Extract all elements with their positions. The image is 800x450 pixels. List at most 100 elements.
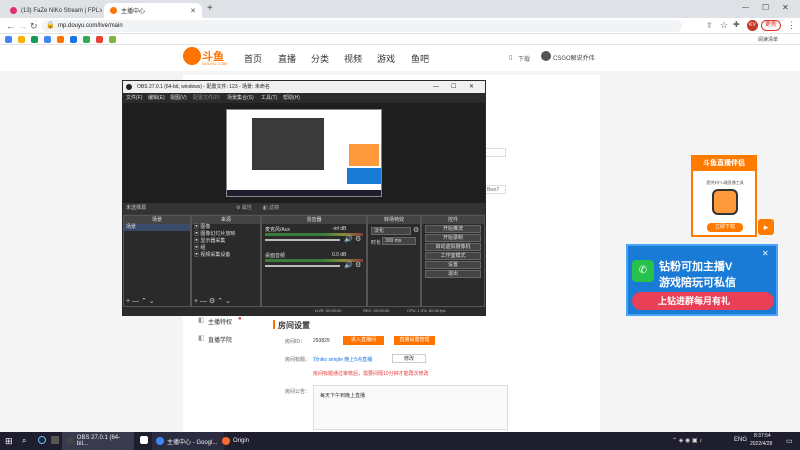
tray-icons[interactable]: ⌃ ◈ ◉ ▣ ♪ — [672, 437, 702, 444]
bookmark-icon[interactable] — [18, 36, 25, 43]
user-name[interactable]: CSGO解说乔伟 — [553, 53, 595, 62]
source-item[interactable]: ▣ 图像幻灯片放映 — [192, 231, 260, 238]
transition-settings-icon[interactable]: ⚙ — [413, 226, 419, 234]
browser-tab-active[interactable]: 主播中心 ✕ — [104, 3, 202, 18]
obs-menu-scene-collection[interactable]: 场景集合(S) — [227, 93, 254, 103]
back-icon[interactable]: ← — [6, 20, 15, 32]
user-avatar[interactable] — [541, 51, 551, 61]
live-settings-button[interactable]: 直播设置管理 — [394, 336, 435, 345]
taskbar-item-origin[interactable]: Origin — [218, 432, 260, 450]
speaker-icon[interactable]: 🔊 — [344, 235, 353, 243]
clock-date[interactable]: 2022/4/28 — [750, 441, 772, 447]
steam-icon[interactable] — [38, 436, 46, 444]
source-item[interactable]: ▣ 视频采集设备 — [192, 252, 260, 259]
window-maximize-icon[interactable]: ☐ — [762, 3, 769, 12]
obs-preview[interactable] — [123, 103, 485, 203]
nav-fishbar[interactable]: 鱼吧 — [411, 52, 429, 65]
bookmark-icon[interactable] — [83, 36, 90, 43]
url-input[interactable]: mp.douyu.com/live/main — [42, 20, 682, 32]
taskbar-item-obs[interactable]: OBS 27.0.1 (64-bit... — [62, 432, 134, 450]
forward-icon[interactable]: → — [18, 20, 27, 32]
source-item[interactable]: ▣ 组 — [192, 245, 260, 252]
studio-mode-button[interactable]: 工作室模式 — [425, 252, 481, 260]
bookmark-icon[interactable] — [96, 36, 103, 43]
close-tab-icon[interactable]: ✕ — [190, 7, 196, 15]
source-item[interactable]: ▣ 图像 — [192, 224, 260, 231]
obs-menu-view[interactable]: 视图(V) — [170, 93, 187, 103]
clock-time[interactable]: 8:37:54 — [754, 433, 771, 439]
search-icon[interactable]: ⌕ — [22, 436, 26, 446]
duration-input[interactable]: 300 ms — [382, 237, 416, 245]
app-icon[interactable] — [140, 436, 148, 444]
reading-list-link[interactable]: 阅读清单 — [758, 36, 778, 43]
obs-menu-file[interactable]: 文件(F) — [126, 93, 142, 103]
virtual-camera-button[interactable]: 启动虚拟摄像机 — [425, 243, 481, 251]
browser-tab-stream[interactable]: (13) FaZe NiKo Stream | FPL ✕ — [4, 3, 102, 18]
volume-slider[interactable] — [265, 265, 340, 267]
window-minimize-icon[interactable]: — — [742, 4, 749, 11]
exit-button[interactable]: 退出 — [425, 270, 481, 278]
settings-button[interactable]: 设置 — [425, 261, 481, 269]
promo-download-button[interactable]: 立即下载 — [707, 223, 743, 232]
apps-icon[interactable] — [5, 36, 12, 43]
nav-live[interactable]: 直播 — [278, 52, 296, 65]
source-item[interactable]: ▣ 显示器采集 — [192, 238, 260, 245]
taskbar-item-chrome[interactable]: 主播中心 - Googl... — [152, 432, 224, 450]
filters-button[interactable]: ◧ 滤镜 — [263, 203, 279, 214]
scene-item[interactable]: 场景 — [124, 224, 190, 231]
download-link[interactable]: 下载 — [518, 54, 530, 63]
reload-icon[interactable]: ↻ — [30, 20, 38, 32]
sidebar-item-academy[interactable]: 直播学院 — [208, 335, 232, 344]
close-tab-icon[interactable]: ✕ — [99, 7, 102, 15]
bookmark-icon[interactable] — [44, 36, 51, 43]
transition-select[interactable]: 淡化 — [371, 227, 411, 235]
channel-settings-icon[interactable]: ⚙ — [355, 235, 361, 243]
enter-room-button[interactable]: 进入直播间 — [343, 336, 384, 345]
app-icon[interactable] — [51, 436, 59, 444]
notice-textarea[interactable]: 每天下午到晚上直播 — [313, 385, 508, 430]
key-field[interactable]: Bws7 — [484, 185, 506, 194]
settings-field[interactable] — [484, 148, 506, 157]
sidebar-item-privilege[interactable]: 主播特权 — [208, 317, 232, 326]
bookmark-icon[interactable] — [31, 36, 38, 43]
nav-home[interactable]: 首页 — [244, 52, 262, 65]
properties-button[interactable]: ⚙ 属性 — [236, 203, 252, 214]
douyu-logo-icon[interactable] — [183, 47, 201, 65]
bookmark-icon[interactable] — [57, 36, 64, 43]
obs-minimize-icon[interactable]: — — [433, 81, 439, 93]
window-close-icon[interactable]: ✕ — [782, 3, 789, 12]
new-tab-button[interactable]: + — [207, 3, 213, 14]
bookmark-star-icon[interactable]: ☆ — [720, 20, 728, 31]
obs-close-icon[interactable]: ✕ — [469, 81, 474, 93]
obs-menu-help[interactable]: 帮助(H) — [283, 93, 300, 103]
promo-banner[interactable]: ✆ 钻粉可加主播V 游戏陪玩可私信 上钻进群每月有礼 ✕ — [626, 244, 778, 316]
source-controls[interactable]: + — ⚙ ⌃ ⌄ — [194, 297, 231, 305]
scene-controls[interactable]: + — ⌃ ⌄ — [126, 297, 155, 305]
start-recording-button[interactable]: 开始录制 — [425, 234, 481, 242]
extensions-icon[interactable]: ✚ — [733, 20, 740, 29]
start-streaming-button[interactable]: 开始推流 — [425, 225, 481, 233]
obs-menu-profile[interactable]: 配置文件(P) — [193, 93, 220, 103]
notification-icon[interactable]: ▭ — [786, 437, 793, 445]
obs-menu-edit[interactable]: 编辑(E) — [148, 93, 165, 103]
bookmark-icon[interactable] — [70, 36, 77, 43]
obs-maximize-icon[interactable]: ☐ — [451, 81, 456, 93]
avatar[interactable]: KV — [747, 20, 758, 31]
update-button[interactable]: 更新 — [761, 20, 781, 31]
volume-slider[interactable] — [265, 239, 340, 241]
input-language[interactable]: ENG — [734, 437, 747, 443]
banner-close-icon[interactable]: ✕ — [762, 249, 769, 258]
share-icon[interactable]: ⇪ — [706, 21, 713, 30]
nav-category[interactable]: 分类 — [311, 52, 329, 65]
speaker-icon[interactable]: 🔊 — [344, 261, 353, 269]
start-icon[interactable]: ⊞ — [5, 436, 13, 446]
bookmark-icon[interactable] — [109, 36, 116, 43]
modify-title-button[interactable]: 修改 — [392, 354, 426, 363]
play-icon[interactable]: ▸ — [758, 219, 774, 235]
channel-settings-icon[interactable]: ⚙ — [355, 261, 361, 269]
nav-game[interactable]: 游戏 — [377, 52, 395, 65]
obs-menu-tools[interactable]: 工具(T) — [261, 93, 277, 103]
promo-card[interactable]: 斗鱼直播伴侣 提供对PC端直播工具 立即下载 — [691, 155, 757, 237]
nav-video[interactable]: 视频 — [344, 52, 362, 65]
menu-dots-icon[interactable]: ⋮ — [787, 20, 796, 31]
